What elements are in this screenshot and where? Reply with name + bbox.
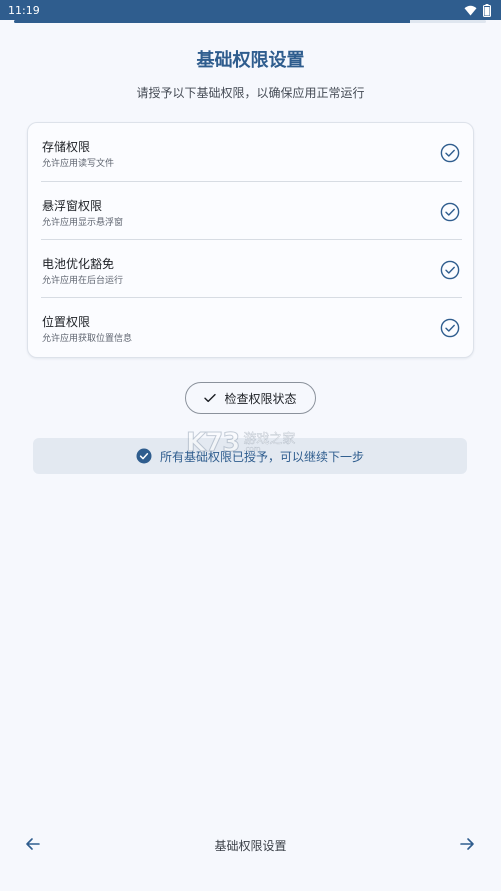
permission-description: 允许应用获取位置信息 — [42, 334, 133, 344]
permission-description: 允许应用显示悬浮窗 — [42, 218, 124, 228]
permission-description: 允许应用在后台运行 — [42, 276, 124, 286]
permissions-card: 存储权限 允许应用读写文件 悬浮窗权限 允许应用显示悬浮窗 电池优化豁免 允许应… — [27, 122, 474, 358]
status-icons — [464, 3, 491, 17]
setup-progress-bar — [14, 20, 486, 23]
wifi-icon — [464, 5, 477, 15]
all-granted-banner: 所有基础权限已授予，可以继续下一步 — [33, 438, 467, 474]
bottom-navigation: 基础权限设置 — [0, 828, 501, 860]
permission-row-battery[interactable]: 电池优化豁免 允许应用在后台运行 — [41, 239, 462, 297]
check-circle-filled-icon — [136, 448, 152, 464]
check-circle-icon — [440, 202, 460, 222]
permission-name: 位置权限 — [42, 315, 91, 329]
permission-name: 存储权限 — [42, 140, 91, 154]
permission-description: 允许应用读写文件 — [42, 159, 115, 169]
permission-row-storage[interactable]: 存储权限 允许应用读写文件 — [41, 123, 462, 181]
page-subtitle: 请授予以下基础权限，以确保应用正常运行 — [136, 86, 365, 100]
status-time: 11:19 — [8, 3, 40, 17]
check-circle-icon — [440, 143, 460, 163]
battery-icon — [483, 3, 491, 17]
checkmark-icon — [204, 393, 217, 403]
permission-name: 悬浮窗权限 — [42, 199, 103, 213]
bottom-nav-title: 基础权限设置 — [214, 839, 287, 853]
permission-name: 电池优化豁免 — [42, 257, 115, 271]
page-title: 基础权限设置 — [196, 50, 305, 71]
all-granted-text: 所有基础权限已授予，可以继续下一步 — [159, 449, 364, 464]
check-permissions-button[interactable]: 检查权限状态 — [185, 382, 316, 414]
check-circle-icon — [440, 318, 460, 338]
arrow-right-icon[interactable] — [457, 834, 477, 854]
check-permissions-label: 检查权限状态 — [224, 391, 297, 406]
check-circle-icon — [440, 260, 460, 280]
permission-row-location[interactable]: 位置权限 允许应用获取位置信息 — [41, 297, 462, 355]
status-bar: 11:19 — [0, 0, 501, 20]
permission-row-overlay[interactable]: 悬浮窗权限 允许应用显示悬浮窗 — [41, 181, 462, 239]
setup-progress-fill — [14, 20, 411, 23]
